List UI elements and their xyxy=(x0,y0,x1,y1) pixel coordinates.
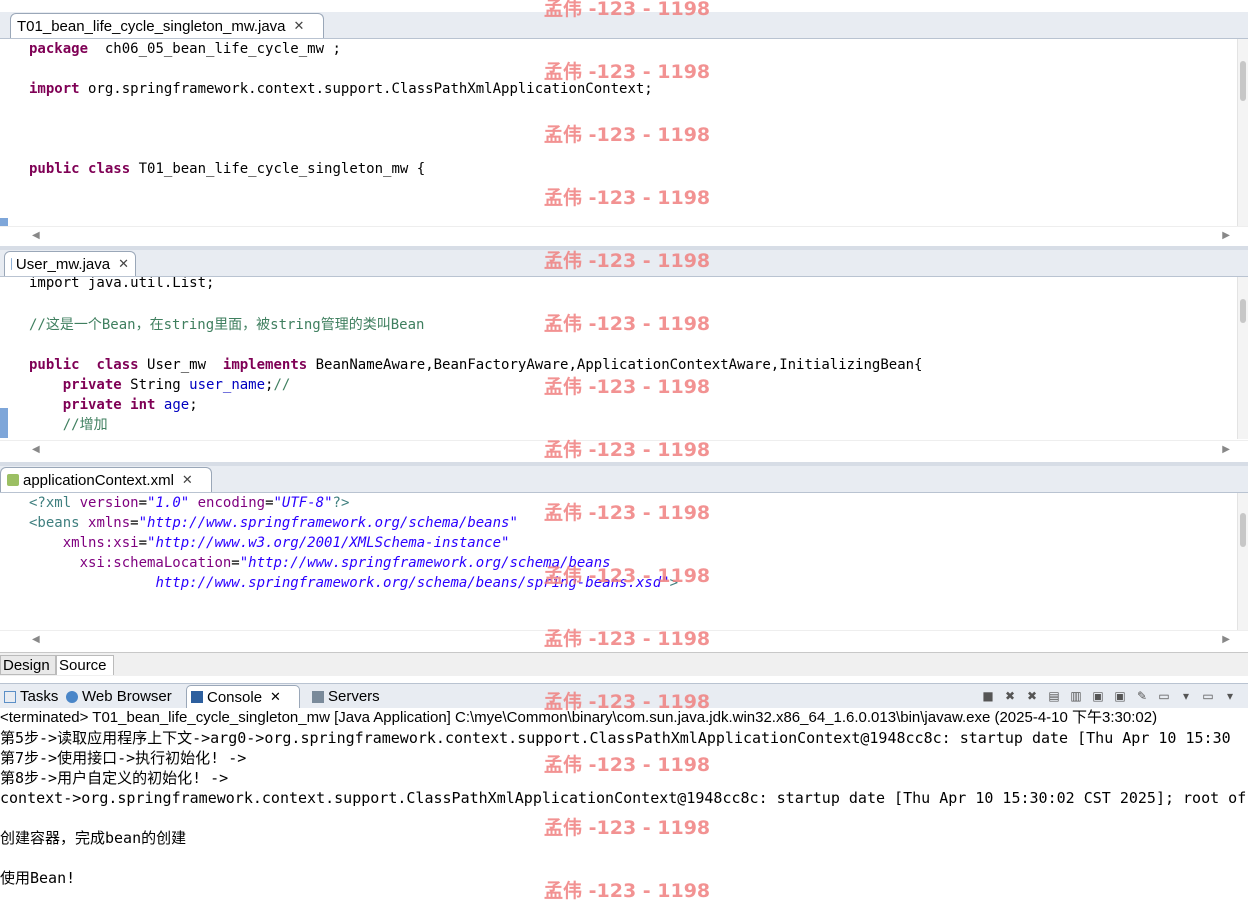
console-line: 第8步->用户自定义的初始化! -> xyxy=(0,769,229,787)
tab-web-browser[interactable]: Web Browser xyxy=(62,685,176,708)
code-line: //这是一个Bean，在string里面，被string管理的类叫Bean xyxy=(29,317,425,333)
close-icon[interactable]: ✕ xyxy=(270,689,281,705)
console-line: 使用Bean! xyxy=(0,869,76,887)
scroll-left-icon[interactable]: ◀ xyxy=(32,230,40,241)
tab-source[interactable]: Source xyxy=(56,655,114,675)
design-source-tabs: Design Source xyxy=(0,652,1248,676)
pin-console-icon[interactable]: ✎ xyxy=(1134,688,1150,704)
console-line: 第7步->使用接口->执行初始化! -> xyxy=(0,749,247,767)
code-line: public class T01_bean_life_cycle_singlet… xyxy=(29,161,426,177)
editor-tabbar-3: applicationContext.xml ✕ xyxy=(0,466,1248,493)
code-editor-xml[interactable]: <?xml version="1.0" encoding="UTF-8"?> <b… xyxy=(10,493,1238,631)
editor-pane-2: User_mw.java ✕ import java.util.List; //… xyxy=(0,250,1248,462)
open-console-icon[interactable]: ▭ xyxy=(1200,688,1216,704)
tab-servers[interactable]: Servers xyxy=(308,685,384,708)
tab-t01-java[interactable]: T01_bean_life_cycle_singleton_mw.java ✕ xyxy=(10,13,324,38)
scroll-left-icon[interactable]: ◀ xyxy=(32,444,40,455)
terminated-status: <terminated> T01_bean_life_cycle_singlet… xyxy=(0,709,1158,726)
clear-console-icon[interactable]: ▤ xyxy=(1046,688,1062,704)
console-line: 创建容器，完成bean的创建 xyxy=(0,829,187,847)
tab-label: T01_bean_life_cycle_singleton_mw.java xyxy=(17,17,286,35)
close-icon[interactable]: ✕ xyxy=(294,18,305,34)
partial-import-line: import java.util.List; xyxy=(29,277,215,291)
close-icon[interactable]: ✕ xyxy=(182,472,193,488)
show-stdout-icon[interactable]: ▣ xyxy=(1090,688,1106,704)
console-line: context->org.springframework.context.sup… xyxy=(0,789,1247,807)
change-marker xyxy=(0,408,8,438)
java-file-icon xyxy=(11,258,12,270)
code-line: <?xml version="1.0" encoding="UTF-8"?> xyxy=(29,495,350,511)
scroll-right-icon[interactable]: ▶ xyxy=(1222,634,1230,645)
chevron-down-icon[interactable]: ▾ xyxy=(1222,688,1238,704)
console-output[interactable]: <terminated> T01_bean_life_cycle_singlet… xyxy=(0,708,1248,898)
tab-user-mw-java[interactable]: User_mw.java ✕ xyxy=(4,251,136,276)
xml-file-icon xyxy=(7,474,19,486)
tab-console[interactable]: Console ✕ xyxy=(186,685,300,708)
tab-label: User_mw.java xyxy=(15,255,111,273)
code-line: http://www.springframework.org/schema/be… xyxy=(155,575,679,591)
display-console-icon[interactable]: ▭ xyxy=(1156,688,1172,704)
close-icon[interactable]: ✕ xyxy=(118,256,129,272)
console-toolbar: ■ ✖ ✖ ▤ ▥ ▣ ▣ ✎ ▭ ▾ ▭ ▾ xyxy=(980,688,1238,704)
code-line: package ch06_05_bean_life_cycle_mw ; xyxy=(29,41,341,57)
vertical-scrollbar[interactable] xyxy=(1237,277,1248,439)
editor-tabbar-1: T01_bean_life_cycle_singleton_mw.java ✕ xyxy=(0,12,1248,39)
console-icon xyxy=(191,691,203,703)
tab-application-context-xml[interactable]: applicationContext.xml ✕ xyxy=(0,467,212,492)
code-line: xmlns:xsi="http://www.w3.org/2001/XMLSch… xyxy=(62,535,510,551)
code-editor-t01[interactable]: package ch06_05_bean_life_cycle_mw ; impo… xyxy=(10,39,1238,227)
scroll-right-icon[interactable]: ▶ xyxy=(1222,230,1230,241)
horizontal-scrollbar[interactable]: ◀ ▶ xyxy=(0,630,1248,649)
vertical-scrollbar[interactable] xyxy=(1237,39,1248,227)
tasks-icon xyxy=(4,690,16,703)
globe-icon xyxy=(66,690,78,703)
console-line: 第5步->读取应用程序上下文->arg0->org.springframewor… xyxy=(0,729,1231,747)
editor-pane-3: applicationContext.xml ✕ <?xml version="… xyxy=(0,466,1248,652)
servers-icon xyxy=(312,690,324,703)
horizontal-scrollbar[interactable]: ◀ ▶ xyxy=(0,226,1248,245)
code-line: private String user_name;// xyxy=(62,377,291,393)
code-line: public class User_mw implements BeanName… xyxy=(29,357,923,373)
code-line: <beans xmlns="http://www.springframework… xyxy=(29,515,518,531)
tab-label: applicationContext.xml xyxy=(23,471,174,489)
horizontal-scrollbar[interactable]: ◀ ▶ xyxy=(0,440,1248,459)
code-line: xsi:schemaLocation="http://www.springfra… xyxy=(79,555,611,571)
remove-launch-icon[interactable]: ✖ xyxy=(1002,688,1018,704)
code-line: private int age; xyxy=(62,397,198,413)
code-editor-user-mw[interactable]: import java.util.List; //这是一个Bean，在strin… xyxy=(10,277,1238,439)
tab-design[interactable]: Design xyxy=(0,655,56,675)
vertical-scrollbar[interactable] xyxy=(1237,493,1248,631)
scroll-right-icon[interactable]: ▶ xyxy=(1222,444,1230,455)
chevron-down-icon[interactable]: ▾ xyxy=(1178,688,1194,704)
code-line: //增加 xyxy=(62,417,108,433)
show-stderr-icon[interactable]: ▣ xyxy=(1112,688,1128,704)
code-line: import org.springframework.context.suppo… xyxy=(29,81,653,97)
editor-tabbar-2: User_mw.java ✕ xyxy=(0,250,1248,277)
scroll-left-icon[interactable]: ◀ xyxy=(32,634,40,645)
scroll-lock-icon[interactable]: ▥ xyxy=(1068,688,1084,704)
tab-tasks[interactable]: Tasks xyxy=(0,685,62,708)
terminate-icon[interactable]: ■ xyxy=(980,688,996,704)
remove-all-icon[interactable]: ✖ xyxy=(1024,688,1040,704)
bottom-view-tabbar: Tasks Web Browser Console ✕ Servers ■ ✖ … xyxy=(0,683,1248,709)
editor-pane-1: T01_bean_life_cycle_singleton_mw.java ✕ … xyxy=(0,12,1248,246)
